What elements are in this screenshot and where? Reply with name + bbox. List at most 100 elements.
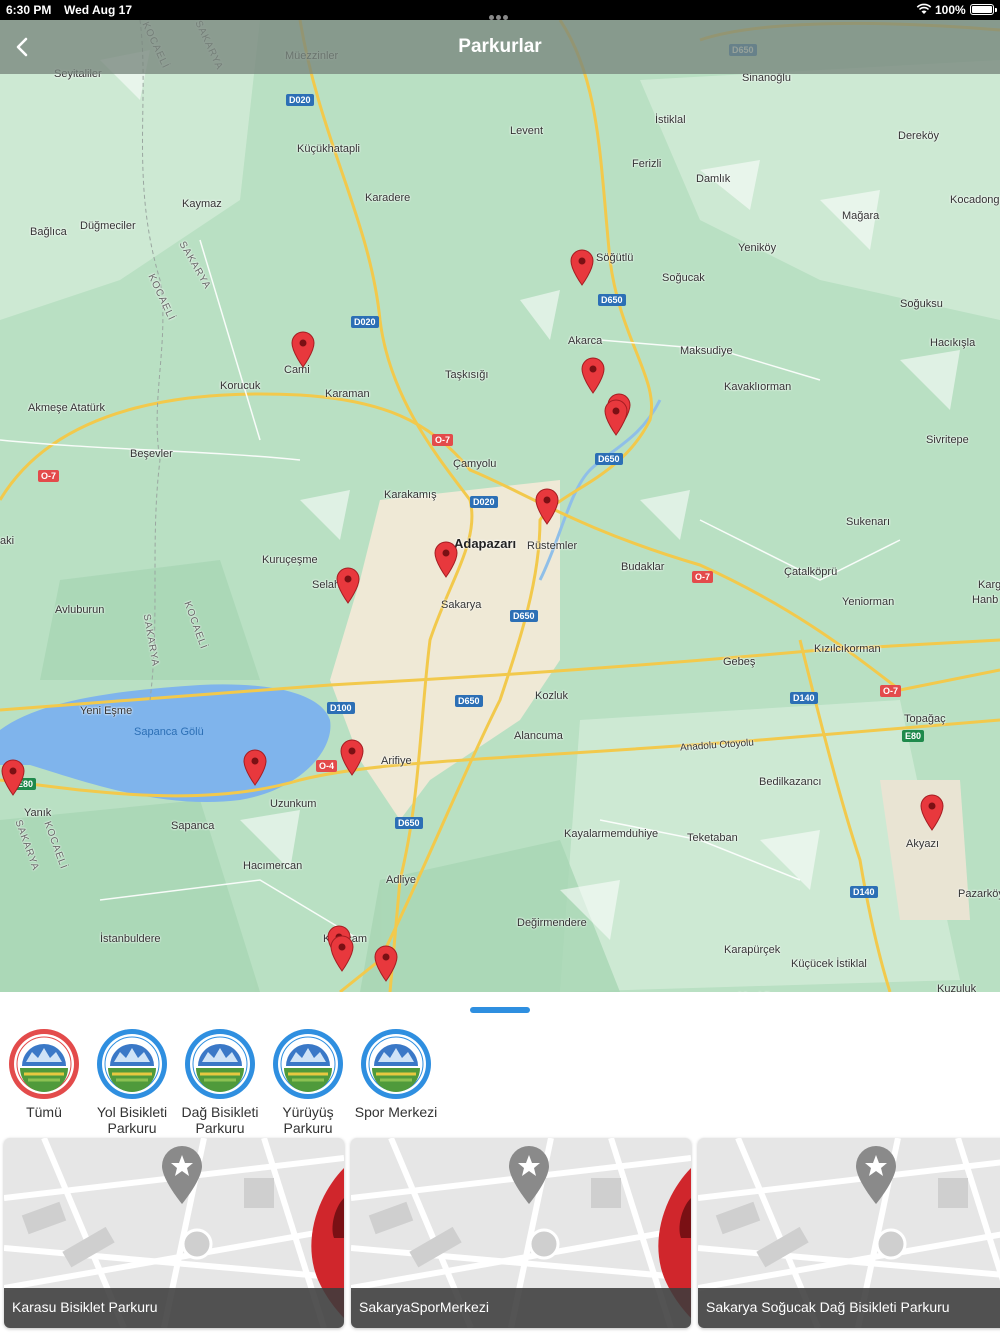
map-place-label: Uzunkum (270, 798, 317, 810)
map-base (0, 20, 1000, 992)
city-label: Adapazarı (454, 536, 517, 551)
road-number-badge: D020 (351, 316, 379, 328)
road-number-badge: D650 (510, 610, 538, 622)
map-place-label: Ferizli (632, 158, 662, 170)
map-place-label: aki (0, 535, 15, 547)
track-card-list: Karasu Bisiklet Parkuru SakaryaSporMerke… (0, 1138, 1000, 1330)
map-view[interactable]: MüezzinlerSeyitalilerKüçükhatapliKaymazD… (0, 20, 1000, 992)
category-filter-item[interactable]: Dağ Bisikleti Parkuru (175, 1028, 265, 1136)
map-place-label: Alancuma (514, 730, 563, 742)
map-place-label: Sapanca (171, 820, 215, 832)
wifi-icon (916, 3, 932, 14)
nav-header: Parkurlar (0, 20, 1000, 74)
category-label: Tümü (26, 1104, 62, 1120)
map-place-label: Karg (978, 579, 1000, 591)
map-place-label: Maksudiye (680, 345, 733, 357)
map-place-label: Akmeşe Atatürk (28, 402, 106, 414)
map-marker-pin-icon[interactable] (242, 748, 268, 786)
map-place-label: Levent (510, 125, 544, 137)
map-place-label: Bağlıca (30, 226, 67, 238)
map-place-label: Kuzuluk (937, 983, 977, 992)
track-card[interactable]: SakaryaSporMerkezi (351, 1138, 691, 1328)
map-marker-pin-icon[interactable] (603, 398, 629, 436)
road-number-badge: D020 (286, 94, 314, 106)
category-label: Yürüyüş Parkuru (282, 1104, 334, 1136)
app-root: MüezzinlerSeyitalilerKüçükhatapliKaymazD… (0, 0, 1000, 1334)
track-card[interactable]: Sakarya Soğucak Dağ Bisikleti Parkuru (698, 1138, 1000, 1328)
map-place-label: İstanbuldere (100, 933, 161, 945)
map-place-label: Avluburun (55, 604, 105, 616)
map-place-label: Gebeş (723, 656, 756, 668)
category-label: Yol Bisikleti Parkuru (96, 1104, 168, 1136)
map-place-label: Soğucak (662, 272, 705, 284)
map-marker-pin-icon[interactable] (569, 248, 595, 286)
map-place-label: Kocadong (950, 194, 1000, 206)
map-place-label: Taşkısığı (445, 369, 489, 381)
status-time: 6:30 PM (6, 3, 52, 17)
map-place-label: Rüstemler (527, 540, 578, 552)
map-marker-pin-icon[interactable] (580, 356, 606, 394)
map-place-label: Sivritepe (926, 434, 969, 446)
map-place-label: Çamyolu (453, 458, 497, 470)
road-number-badge: O-7 (38, 470, 60, 482)
map-place-label: Karapürçek (724, 944, 781, 956)
category-filter-bar: Tümü Yol Bisikleti Parkuru Dağ Bisikleti… (0, 1028, 1000, 1138)
road-number-badge: O-4 (316, 760, 338, 772)
map-place-label: Kavaklıorman (724, 381, 792, 393)
map-marker-pin-icon[interactable] (919, 793, 945, 831)
map-place-label: Küçükhatapli (297, 143, 360, 155)
map-place-label: Karaman (325, 388, 370, 400)
track-card[interactable]: Karasu Bisiklet Parkuru (4, 1138, 344, 1328)
map-place-label: Akarca (568, 335, 603, 347)
category-filter-item[interactable]: Spor Merkezi (351, 1028, 441, 1120)
category-filter-item[interactable]: Yürüyüş Parkuru (263, 1028, 353, 1136)
map-marker-pin-icon[interactable] (329, 934, 355, 972)
category-label: Dağ Bisikleti Parkuru (181, 1104, 259, 1136)
map-place-label: Çatalköprü (784, 566, 838, 578)
map-place-label: Korucuk (220, 380, 261, 392)
map-place-label: Karakamış (384, 489, 437, 501)
road-number-badge: D650 (598, 294, 626, 306)
map-place-label: İstiklal (655, 114, 686, 126)
map-place-label: Damlık (696, 173, 731, 185)
map-place-label: Kuruçeşme (262, 554, 318, 566)
map-place-label: Kızılcıkorman (814, 643, 881, 655)
category-logo-icon (184, 1028, 256, 1100)
map-place-label: Hanb (972, 594, 999, 606)
map-place-label: Sukenarı (846, 516, 891, 528)
road-number-badge: E80 (902, 730, 925, 742)
category-filter-item[interactable]: Yol Bisikleti Parkuru (87, 1028, 177, 1136)
map-marker-pin-icon[interactable] (335, 566, 361, 604)
road-number-badge: D140 (790, 692, 818, 704)
road-number-badge: O-7 (432, 434, 454, 446)
map-place-label: Budaklar (621, 561, 665, 573)
road-number-badge: D140 (850, 886, 878, 898)
map-marker-pin-icon[interactable] (0, 758, 26, 796)
battery-icon (970, 4, 997, 15)
map-place-label: Arifiye (381, 755, 412, 767)
map-place-label: Topağaç (904, 713, 946, 725)
category-filter-item[interactable]: Tümü (0, 1028, 89, 1120)
map-marker-pin-icon[interactable] (534, 487, 560, 525)
multitask-dots-icon[interactable] (489, 9, 511, 20)
map-place-label: Beşevler (130, 448, 173, 460)
road-number-badge: O-7 (880, 685, 902, 697)
category-logo-icon (96, 1028, 168, 1100)
map-place-label: Değirmendere (517, 917, 587, 929)
map-place-label: Kayalarmemduhiye (564, 828, 659, 840)
map-marker-pin-icon[interactable] (373, 944, 399, 982)
map-place-label: Akyazı (906, 838, 940, 850)
map-marker-pin-icon[interactable] (339, 738, 365, 776)
map-place-label: Adliye (386, 874, 416, 886)
road-number-badge: D650 (595, 453, 623, 465)
bottom-sheet: Tümü Yol Bisikleti Parkuru Dağ Bisikleti… (0, 992, 1000, 1334)
map-place-label: Karadere (365, 192, 411, 204)
category-logo-icon (360, 1028, 432, 1100)
map-place-label: Kaymaz (182, 198, 222, 210)
map-marker-pin-icon[interactable] (433, 540, 459, 578)
map-place-label: Söğütlü (596, 252, 634, 264)
category-logo-icon (8, 1028, 80, 1100)
sheet-drag-handle[interactable] (470, 1007, 530, 1013)
map-marker-pin-icon[interactable] (290, 330, 316, 368)
map-place-label: Düğmeciler (80, 220, 136, 232)
